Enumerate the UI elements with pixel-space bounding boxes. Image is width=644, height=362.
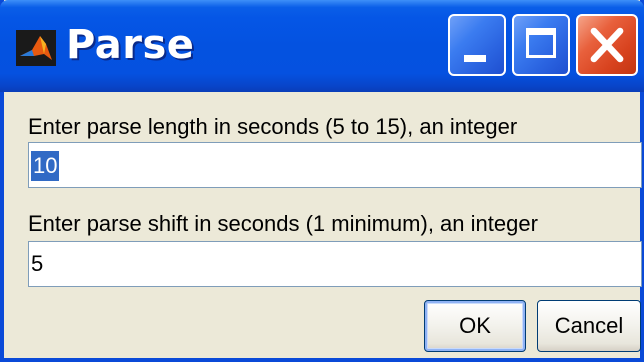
minimize-icon: [464, 55, 486, 62]
close-button[interactable]: [576, 14, 638, 76]
minimize-button[interactable]: [448, 14, 506, 76]
window-title: Parse: [66, 22, 195, 68]
parse-length-value[interactable]: 10: [31, 151, 60, 181]
parse-shift-input[interactable]: [29, 242, 641, 286]
cancel-button[interactable]: Cancel: [537, 300, 641, 352]
parse-dialog: Parse Enter parse length in seconds (5 t…: [0, 0, 644, 362]
parse-shift-label: Enter parse shift in seconds (1 minimum)…: [28, 211, 538, 236]
parse-shift-field[interactable]: [28, 241, 642, 287]
parse-length-field[interactable]: 10: [28, 142, 642, 188]
title-bar[interactable]: Parse: [0, 0, 644, 92]
matlab-icon: [16, 30, 56, 66]
parse-length-label: Enter parse length in seconds (5 to 15),…: [28, 114, 518, 139]
ok-button[interactable]: OK: [424, 300, 526, 352]
maximize-icon: [526, 28, 556, 58]
maximize-button[interactable]: [512, 14, 570, 76]
close-icon: [590, 27, 624, 63]
